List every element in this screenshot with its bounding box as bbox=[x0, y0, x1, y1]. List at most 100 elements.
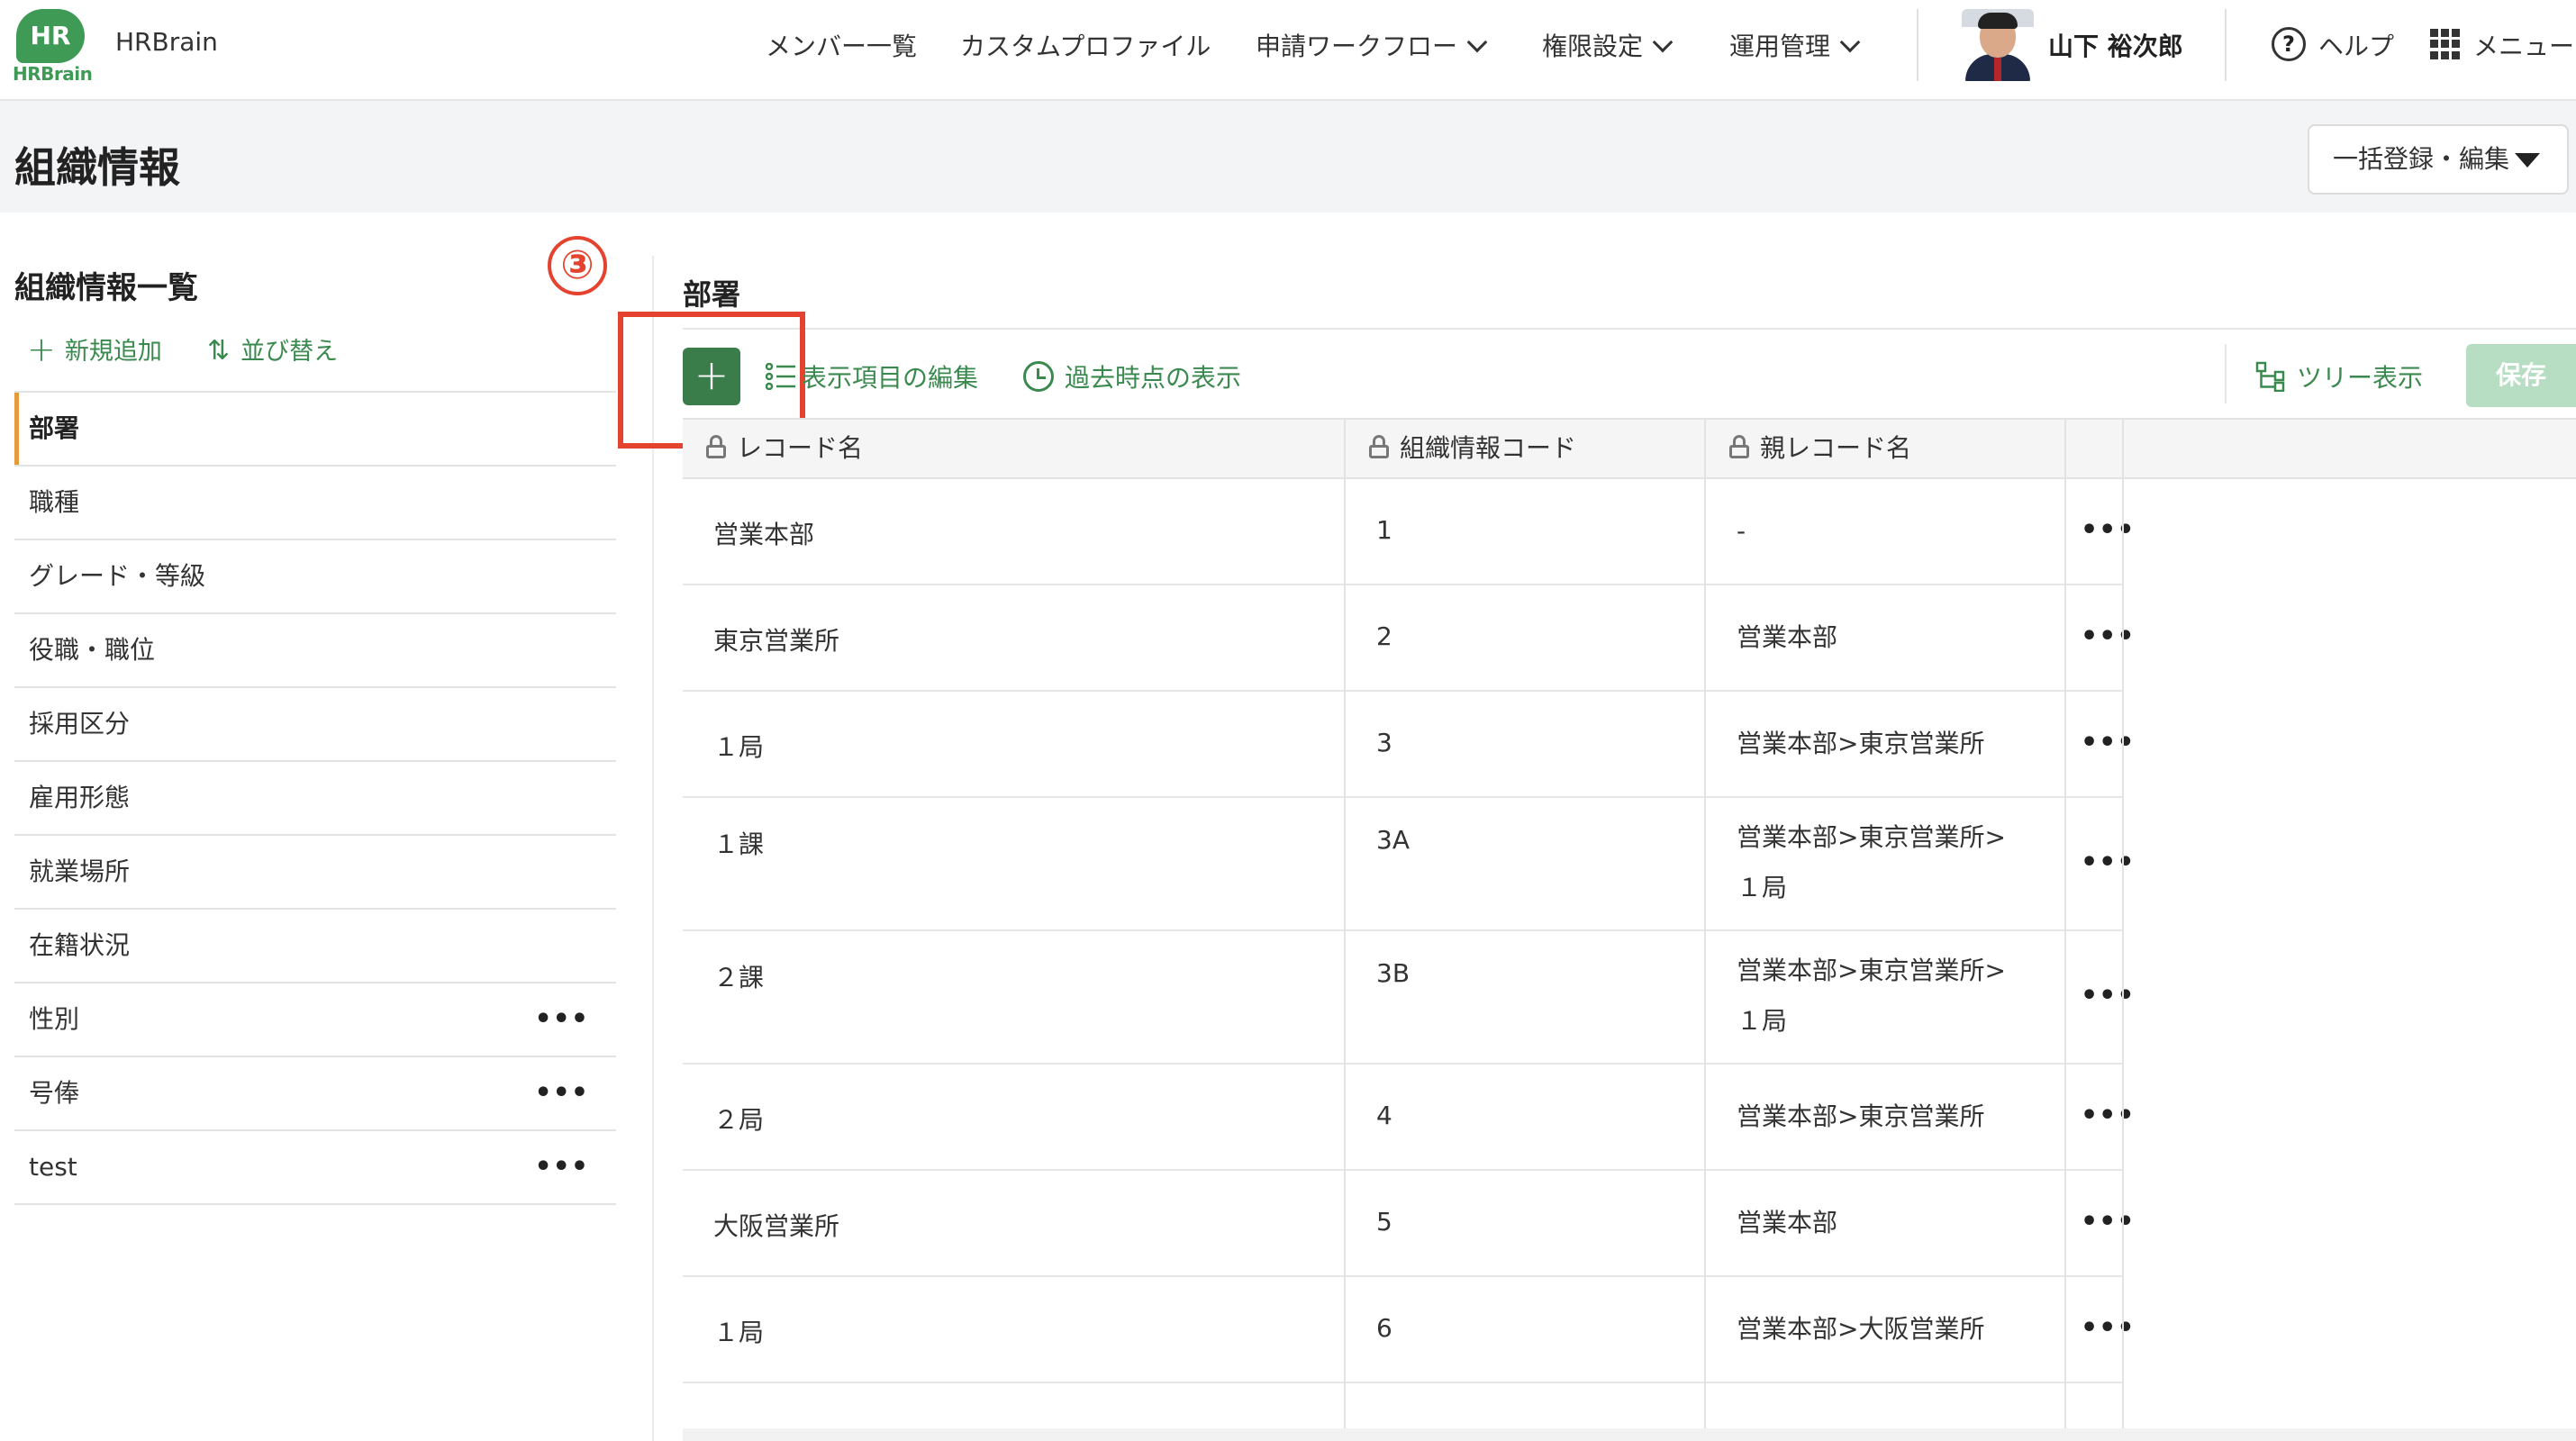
cell-org-code: 5 bbox=[1376, 1207, 1392, 1237]
user-name[interactable]: 山下 裕次郎 bbox=[2048, 27, 2183, 63]
column-divider bbox=[1704, 418, 1706, 1441]
row-more-options-icon[interactable]: ••• bbox=[2081, 1206, 2136, 1237]
tree-icon bbox=[2255, 361, 2285, 392]
sort-arrows-icon: ⇅ bbox=[207, 335, 231, 367]
column-header-org-code[interactable]: 組織情報コード bbox=[1346, 420, 1576, 477]
cell-record-name: １局 bbox=[713, 732, 765, 762]
cell-record-name: １課 bbox=[713, 829, 765, 859]
tree-view-label: ツリー表示 bbox=[2297, 363, 2424, 393]
past-view-button[interactable]: 過去時点の表示 bbox=[1023, 358, 1241, 394]
category-item[interactable]: グレード・等級 bbox=[14, 540, 616, 614]
help-icon[interactable]: ? bbox=[2272, 27, 2306, 61]
row-more-options-icon[interactable]: ••• bbox=[2081, 514, 2136, 546]
column-label: レコード名 bbox=[737, 433, 864, 463]
more-options-icon[interactable]: ••• bbox=[534, 1131, 589, 1203]
section-divider bbox=[683, 328, 2576, 330]
category-item[interactable]: 役職・職位 bbox=[14, 614, 616, 688]
nav-member-list[interactable]: メンバー一覧 bbox=[766, 27, 917, 63]
department-table: レコード名 組織情報コード 親レコード名 営業本部 1 - ••• 東京営業所 2 営業本部… bbox=[683, 418, 2576, 1383]
app-header: HR HRBrain HRBrain メンバー一覧 カスタムプロファイル 申請ワ… bbox=[0, 0, 2576, 101]
new-add-button[interactable]: + 新規追加 bbox=[27, 329, 162, 373]
cell-record-name: 営業本部 bbox=[713, 520, 815, 549]
category-label: 部署 bbox=[29, 413, 80, 443]
header-divider bbox=[2225, 9, 2227, 81]
table-row[interactable]: １局 3 営業本部>東京営業所 ••• bbox=[683, 692, 2135, 798]
edit-columns-button[interactable]: 表示項目の編集 bbox=[766, 358, 978, 394]
caret-down-icon bbox=[2515, 153, 2540, 168]
menu-link[interactable]: メニュー bbox=[2473, 27, 2574, 63]
cell-parent-record: 営業本部>大阪営業所 bbox=[1737, 1314, 1985, 1344]
row-more-options-icon[interactable]: ••• bbox=[2081, 847, 2136, 878]
table-row[interactable]: ２課 3B 営業本部>東京営業所>１局 ••• bbox=[683, 931, 2135, 1065]
table-row[interactable]: ２局 4 営業本部>東京営業所 ••• bbox=[683, 1065, 2135, 1171]
chevron-down-icon bbox=[1839, 32, 1861, 53]
app-grid-icon[interactable] bbox=[2430, 29, 2461, 59]
cell-org-code: 3A bbox=[1376, 825, 1410, 855]
cell-parent-record: 営業本部>東京営業所 bbox=[1737, 1101, 1985, 1131]
table-body: 営業本部 1- ••• 東京営業所 2 営業本部 ••• １局 3 営業本部>東京営業所 ••• １課… bbox=[683, 479, 2576, 1383]
cell-parent-record: 営業本部>東京営業所>１局 bbox=[1737, 956, 2006, 1036]
nav-permissions[interactable]: 権限設定 bbox=[1542, 27, 1673, 63]
page-title-band: 組織情報 一括登録・編集 bbox=[0, 101, 2576, 213]
new-add-label: 新規追加 bbox=[64, 338, 162, 366]
sort-button[interactable]: ⇅ 並び替え bbox=[207, 331, 338, 367]
column-header-parent-record[interactable]: 親レコード名 bbox=[1706, 420, 1911, 477]
category-item[interactable]: 採用区分 bbox=[14, 688, 616, 762]
category-item[interactable]: 部署 bbox=[14, 393, 616, 467]
category-item[interactable]: 号俸 ••• bbox=[14, 1057, 616, 1131]
row-more-options-icon[interactable]: ••• bbox=[2081, 1100, 2136, 1131]
table-row[interactable]: 営業本部 1 - ••• bbox=[683, 479, 2135, 585]
cell-record-name: １局 bbox=[713, 1318, 765, 1347]
more-options-icon[interactable]: ••• bbox=[534, 1057, 589, 1129]
table-header: レコード名 組織情報コード 親レコード名 bbox=[683, 418, 2576, 479]
hrbrain-logo[interactable]: HR HRBrain bbox=[13, 9, 93, 85]
more-options-icon[interactable]: ••• bbox=[534, 983, 589, 1056]
chevron-down-icon bbox=[1466, 32, 1488, 53]
category-item[interactable]: 就業場所 bbox=[14, 836, 616, 910]
column-header-record-name[interactable]: レコード名 bbox=[683, 420, 863, 477]
nav-label: カスタムプロファイル bbox=[960, 32, 1211, 61]
category-item[interactable]: 職種 bbox=[14, 467, 616, 540]
header-divider bbox=[1917, 9, 1918, 81]
row-more-options-icon[interactable]: ••• bbox=[2081, 621, 2136, 652]
category-label: 採用区分 bbox=[29, 709, 131, 739]
bulk-edit-dropdown[interactable]: 一括登録・編集 bbox=[2308, 124, 2569, 195]
help-link[interactable]: ヘルプ bbox=[2318, 27, 2394, 63]
page-title: 組織情報 bbox=[14, 143, 180, 192]
category-item[interactable]: 雇用形態 bbox=[14, 762, 616, 836]
plus-icon: + bbox=[27, 329, 56, 369]
category-label: 役職・職位 bbox=[29, 635, 156, 665]
table-row[interactable]: 東京営業所 2 営業本部 ••• bbox=[683, 585, 2135, 692]
cell-org-code: 6 bbox=[1376, 1313, 1392, 1343]
cell-record-name: 大阪営業所 bbox=[713, 1211, 840, 1241]
category-item[interactable]: 在籍状況 bbox=[14, 910, 616, 983]
tree-view-button[interactable]: ツリー表示 bbox=[2255, 358, 2423, 394]
category-item[interactable]: test ••• bbox=[14, 1131, 616, 1205]
table-row[interactable]: 大阪営業所 5 営業本部 ••• bbox=[683, 1171, 2135, 1277]
row-more-options-icon[interactable]: ••• bbox=[2081, 980, 2136, 1011]
past-view-label: 過去時点の表示 bbox=[1065, 363, 1242, 393]
clock-icon bbox=[1023, 361, 1054, 392]
nav-custom-profile[interactable]: カスタムプロファイル bbox=[960, 27, 1211, 63]
user-avatar[interactable] bbox=[1962, 9, 2034, 81]
horizontal-scrollbar[interactable] bbox=[683, 1428, 2576, 1441]
nav-operations[interactable]: 運用管理 bbox=[1729, 27, 1861, 63]
logo-mark: HR bbox=[16, 9, 85, 63]
table-row[interactable]: １課 3A 営業本部>東京営業所>１局 ••• bbox=[683, 798, 2135, 931]
category-label: グレード・等級 bbox=[29, 561, 206, 591]
save-button[interactable]: 保存 bbox=[2466, 344, 2576, 407]
cell-org-code: 1 bbox=[1376, 515, 1392, 545]
nav-workflow[interactable]: 申請ワークフロー bbox=[1256, 27, 1488, 63]
cell-record-name: 東京営業所 bbox=[713, 626, 840, 656]
category-item[interactable]: 性別 ••• bbox=[14, 983, 616, 1057]
column-divider bbox=[1344, 418, 1346, 1441]
row-more-options-icon[interactable]: ••• bbox=[2081, 727, 2136, 758]
category-label: 職種 bbox=[29, 487, 80, 517]
table-row[interactable]: １局 6 営業本部>大阪営業所 ••• bbox=[683, 1277, 2135, 1383]
column-divider bbox=[2064, 418, 2066, 1441]
cell-parent-record: - bbox=[1737, 516, 1746, 546]
toolbar-divider bbox=[2225, 344, 2227, 403]
lock-icon bbox=[1369, 435, 1389, 458]
row-more-options-icon[interactable]: ••• bbox=[2081, 1312, 2136, 1344]
cell-parent-record: 営業本部>東京営業所 bbox=[1737, 729, 1985, 758]
